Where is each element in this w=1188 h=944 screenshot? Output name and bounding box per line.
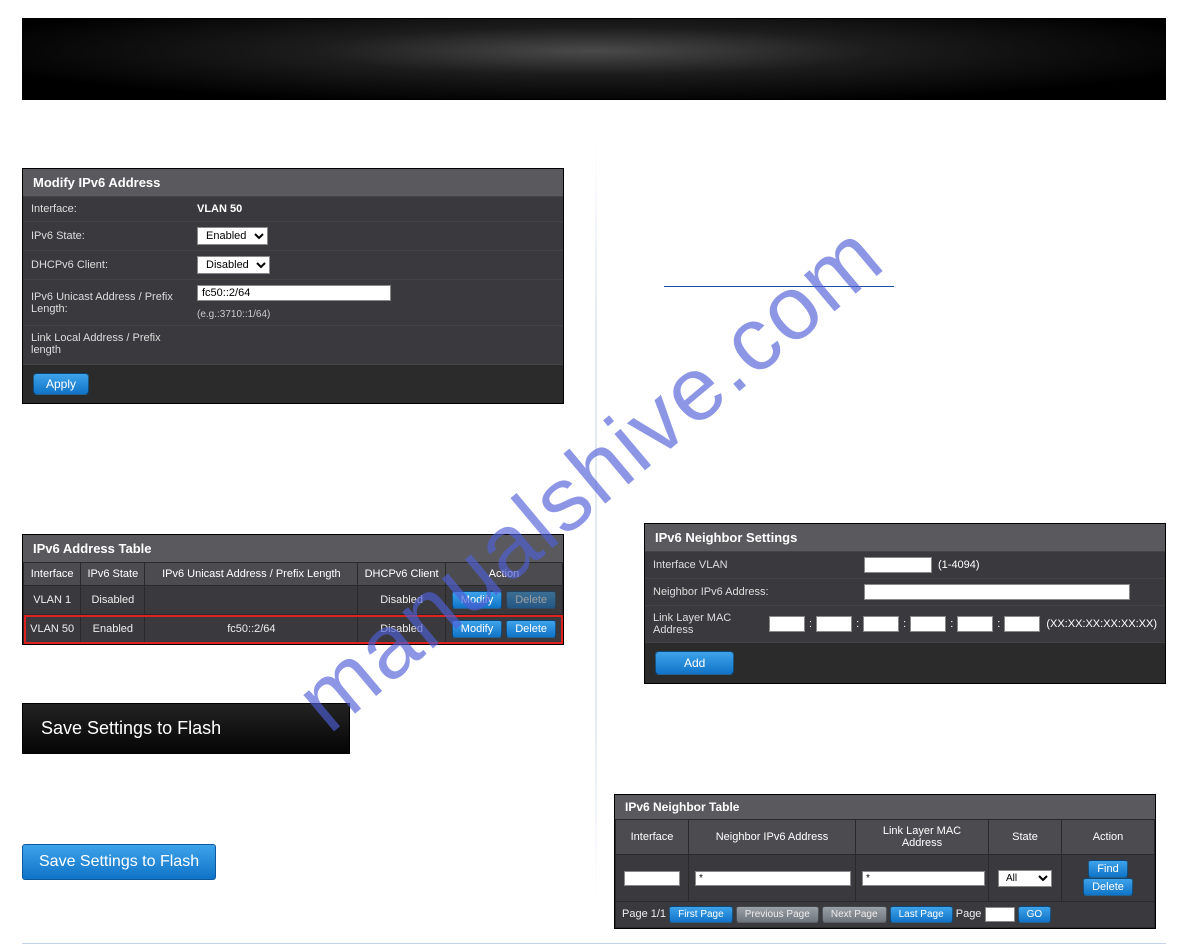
mac-seg-3[interactable] [863, 616, 899, 632]
delete-button[interactable]: Delete [506, 620, 556, 638]
modify-button[interactable]: Modify [452, 620, 502, 638]
ipv6-state-select[interactable]: Enabled [197, 227, 268, 245]
pager-status: Page 1/1 [622, 908, 666, 920]
label-unicast: IPv6 Unicast Address / Prefix Length: [23, 287, 189, 319]
dhcpv6-select[interactable]: Disabled [197, 256, 270, 274]
value-interface: VLAN 50 [189, 198, 563, 220]
last-page-button[interactable]: Last Page [890, 906, 953, 923]
th-action: Action [445, 563, 562, 586]
mac-hint: (XX:XX:XX:XX:XX:XX) [1046, 618, 1157, 630]
unicast-hint: (e.g.:3710::1/64) [197, 309, 270, 320]
modify-ipv6-panel: Modify IPv6 Address Interface: VLAN 50 I… [22, 168, 564, 404]
delete-all-button[interactable]: Delete [1083, 878, 1133, 896]
table-row: VLAN 1DisabledDisabledModifyDelete [24, 586, 563, 615]
th-interface: Interface [24, 563, 81, 586]
label-dhcpv6: DHCPv6 Client: [23, 253, 189, 277]
row-unicast: IPv6 Unicast Address / Prefix Length: (e… [23, 279, 563, 325]
ipv6-neighbor-table: Interface Neighbor IPv6 Address Link Lay… [615, 819, 1155, 928]
go-button[interactable]: GO [1018, 906, 1052, 923]
nt-th-state: State [989, 820, 1062, 855]
unicast-input[interactable] [197, 285, 391, 301]
mac-seg-5[interactable] [957, 616, 993, 632]
label-interface: Interface: [23, 197, 189, 221]
label-linklocal: Link Local Address / Prefix length [23, 326, 189, 364]
nt-filter-addr[interactable] [695, 871, 851, 886]
save-settings-flash-button[interactable]: Save Settings to Flash [22, 844, 216, 880]
row-linklocal: Link Local Address / Prefix length [23, 325, 563, 364]
ipv6-neighbor-table-title: IPv6 Neighbor Table [615, 795, 1155, 819]
ipv6-neighbor-settings-title: IPv6 Neighbor Settings [645, 524, 1165, 551]
ipv6-address-table: Interface IPv6 State IPv6 Unicast Addres… [23, 562, 563, 644]
mac-seg-1[interactable] [769, 616, 805, 632]
breadcrumb-link[interactable] [664, 286, 894, 287]
find-button[interactable]: Find [1088, 860, 1127, 878]
th-dhcp: DHCPv6 Client [358, 563, 445, 586]
nt-th-action: Action [1062, 820, 1155, 855]
label-ipv6-state: IPv6 State: [23, 224, 189, 248]
delete-button: Delete [506, 591, 556, 609]
ipv6-address-table-panel: IPv6 Address Table Interface IPv6 State … [22, 534, 564, 645]
right-heading [614, 168, 1166, 204]
row-ipv6-state: IPv6 State: Enabled [23, 221, 563, 250]
header-banner [22, 18, 1166, 100]
row-dhcpv6: DHCPv6 Client: Disabled [23, 250, 563, 279]
modify-button[interactable]: Modify [452, 591, 502, 609]
nt-filter-mac[interactable] [862, 871, 985, 886]
next-page-button[interactable]: Next Page [822, 906, 887, 923]
th-unicast: IPv6 Unicast Address / Prefix Length [145, 563, 358, 586]
save-settings-flash-bar[interactable]: Save Settings to Flash [22, 703, 350, 754]
first-page-button[interactable]: First Page [669, 906, 733, 923]
prev-page-button[interactable]: Previous Page [736, 906, 819, 923]
nt-filter-state[interactable]: All [998, 870, 1052, 887]
pager-page-input[interactable] [985, 907, 1015, 922]
row-iface-vlan: Interface VLAN (1-4094) [645, 551, 1165, 578]
pager-page-label: Page [956, 908, 982, 920]
nt-th-mac: Link Layer MAC Address [856, 820, 989, 855]
iface-vlan-input[interactable] [864, 557, 932, 573]
mac-seg-2[interactable] [816, 616, 852, 632]
add-button[interactable]: Add [655, 651, 734, 675]
iface-vlan-hint: (1-4094) [938, 559, 980, 571]
mac-seg-6[interactable] [1004, 616, 1040, 632]
nt-filter-row: All Find Delete [616, 855, 1155, 902]
label-neighbor-addr: Neighbor IPv6 Address: [645, 580, 856, 604]
modify-ipv6-title: Modify IPv6 Address [23, 169, 563, 196]
nt-th-interface: Interface [616, 820, 689, 855]
ipv6-neighbor-table-panel: IPv6 Neighbor Table Interface Neighbor I… [614, 794, 1156, 929]
label-mac: Link Layer MAC Address [645, 606, 761, 642]
ipv6-address-table-title: IPv6 Address Table [23, 535, 563, 562]
breadcrumb [614, 278, 1166, 293]
th-state: IPv6 State [81, 563, 145, 586]
table-row: VLAN 50Enabledfc50::2/64DisabledModifyDe… [24, 615, 563, 644]
label-iface-vlan: Interface VLAN [645, 553, 856, 577]
row-interface: Interface: VLAN 50 [23, 196, 563, 221]
apply-button[interactable]: Apply [33, 373, 89, 395]
nt-filter-iface[interactable] [624, 871, 680, 886]
column-divider [595, 138, 597, 902]
mac-seg-4[interactable] [910, 616, 946, 632]
ipv6-neighbor-settings-panel: IPv6 Neighbor Settings Interface VLAN (1… [644, 523, 1166, 684]
row-mac: Link Layer MAC Address : : : : : (XX:XX:… [645, 605, 1165, 642]
nt-th-addr: Neighbor IPv6 Address [689, 820, 856, 855]
neighbor-addr-input[interactable] [864, 584, 1130, 600]
row-neighbor-addr: Neighbor IPv6 Address: [645, 578, 1165, 605]
